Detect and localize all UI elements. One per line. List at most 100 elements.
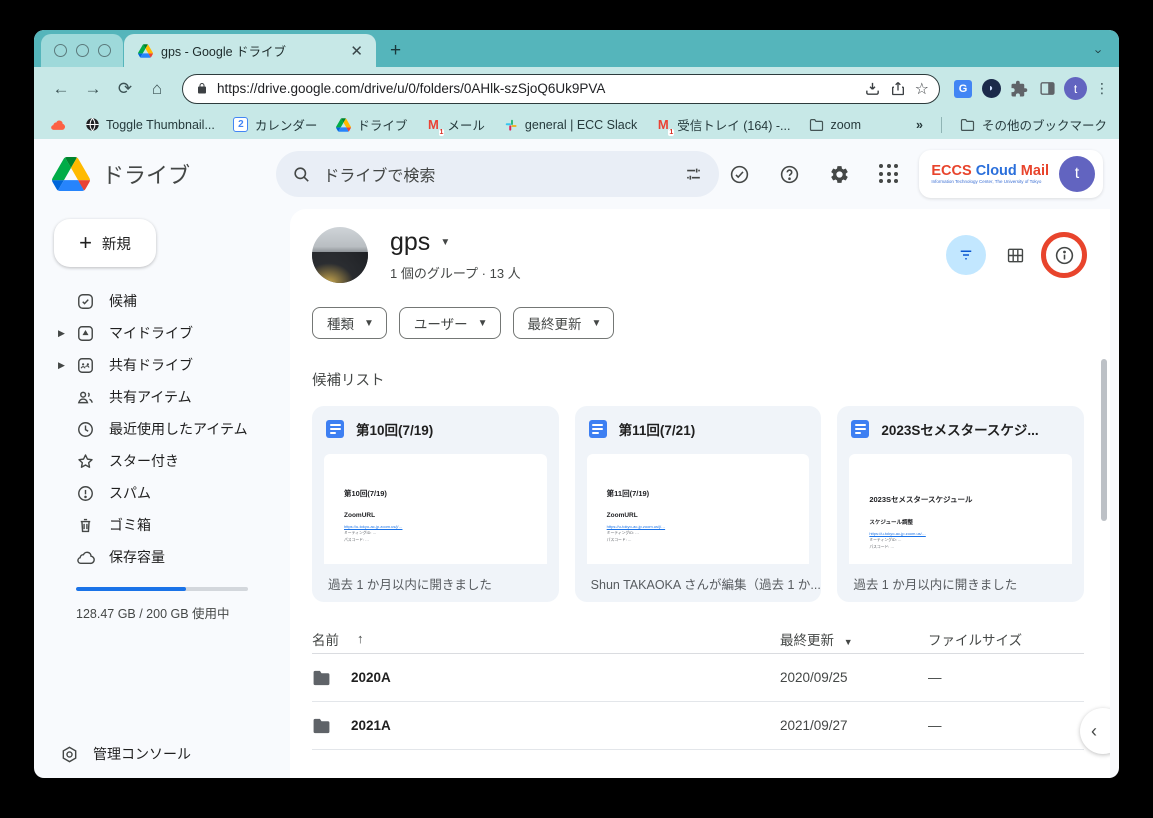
suggested-file-card[interactable]: 第10回(7/19) 第10回(7/19) ZoomURL https://u-… [312,406,559,602]
sidebar-item-spam[interactable]: スパム [50,477,290,509]
translate-extension-icon[interactable]: G [952,78,974,100]
group-avatar-photo[interactable] [312,227,368,283]
tab-title: gps - Google ドライブ [161,41,339,60]
browser-profile-avatar[interactable]: t [1064,77,1087,100]
drive-home-link[interactable]: ドライブ [52,157,276,191]
forward-icon[interactable]: → [80,79,106,99]
bookmark-star-icon[interactable]: ☆ [915,79,929,99]
table-row[interactable]: 2020A 2020/09/25 — [312,654,1084,702]
column-header-name[interactable]: 名前 [312,629,339,649]
bookmark-toggle-thumbnail[interactable]: Toggle Thumbnail... [84,117,215,133]
side-panel-icon[interactable] [1036,78,1058,100]
minimize-window-button[interactable] [76,44,89,57]
account-avatar[interactable]: t [1059,156,1095,192]
back-icon[interactable]: ← [48,79,74,99]
suggested-file-card[interactable]: 2023Sセメスタースケジ... 2023Sセメスタースケジュール スケジュール… [837,406,1084,602]
row-modified-date: 2021/09/27 [780,718,928,733]
suggested-file-card[interactable]: 第11回(7/21) 第11回(7/19) ZoomURL https://u-… [575,406,822,602]
share-icon[interactable] [890,80,906,97]
collapse-panel-chevron-button[interactable]: ‹ [1080,708,1110,754]
bookmarks-overflow-chevron[interactable]: » [916,118,923,132]
browser-menu-icon[interactable]: ⋮ [1095,80,1109,97]
plus-icon: + [79,232,92,254]
storage-progress-fill [76,587,186,591]
gmail-icon: M1 [425,117,441,133]
group-title-caret-icon[interactable]: ▼ [440,237,450,248]
chevron-down-icon: ▼ [478,318,488,329]
reload-icon[interactable]: ⟳ [112,79,138,99]
browser-tab[interactable]: gps - Google ドライブ ✕ [124,34,376,67]
tab-search-chevron-icon[interactable]: › [1091,49,1106,53]
sidebar-item-my-drive[interactable]: ▶ マイドライブ [50,317,290,349]
sidebar-item-starred[interactable]: スター付き [50,445,290,477]
row-file-size: — [928,670,1084,685]
scrollbar-thumb[interactable] [1101,359,1107,521]
calendar-icon: 2 [233,117,249,133]
sidebar-item-suggested[interactable]: 候補 [50,285,290,317]
drive-content: gps ▼ 1 個のグループ · 13 人 [290,209,1110,778]
sort-ascending-icon[interactable]: ↑ [357,631,364,646]
folder-icon [960,117,976,133]
other-bookmarks[interactable]: その他のブックマーク [960,115,1107,134]
column-header-modified[interactable]: 最終更新 [780,633,834,648]
titlebar: gps - Google ドライブ ✕ + › [34,30,1119,67]
bookmark-slack[interactable]: general | ECC Slack [503,117,637,133]
sidebar-item-trash[interactable]: ゴミ箱 [50,509,290,541]
sidebar-item-admin-console[interactable]: 管理コンソール [50,744,191,764]
drive-favicon [138,44,153,58]
bookmark-mail[interactable]: M1 メール [425,115,485,134]
extensions-puzzle-icon[interactable] [1008,78,1030,100]
drive-icon [335,117,351,133]
card-activity-text: Shun TAKAOKA さんが編集（過去 1 か... [575,564,822,602]
google-apps-grid-icon[interactable] [869,154,909,194]
help-icon[interactable] [769,154,809,194]
info-button[interactable] [1044,235,1084,275]
row-file-size: — [928,718,1084,733]
folder-icon [312,670,331,686]
doc-preview-thumbnail: 2023Sセメスタースケジュール スケジュール調整 https://u-toky… [849,454,1072,564]
card-activity-text: 過去 1 か月以内に開きました [312,564,559,602]
drive-app-title: ドライブ [102,158,190,190]
new-tab-button[interactable]: + [390,40,401,62]
drive-search-input[interactable]: ドライブで検索 [276,151,719,197]
bookmark-inbox[interactable]: M1 受信トレイ (164) -... [655,115,790,134]
doc-preview-thumbnail: 第11回(7/19) ZoomURL https://u-tokyo-ac-jp… [587,454,810,564]
url-bar[interactable]: https://drive.google.com/drive/u/0/folde… [182,74,940,104]
traffic-lights [41,34,123,67]
dark-extension-icon[interactable]: ◗ [980,78,1002,100]
card-activity-text: 過去 1 か月以内に開きました [837,564,1084,602]
folder-icon [808,117,824,133]
approval-status-icon[interactable] [719,154,759,194]
new-button[interactable]: + 新規 [54,219,156,267]
expand-chevron-icon[interactable]: ▶ [58,360,65,371]
tab-close-icon[interactable]: ✕ [347,42,366,60]
home-icon[interactable]: ⌂ [144,79,170,99]
bookmark-drive[interactable]: ドライブ [335,115,407,134]
sidebar-item-recent[interactable]: 最近使用したアイテム [50,413,290,445]
account-box[interactable]: ECCS Cloud Mail Information Technology C… [919,150,1103,198]
google-docs-icon [589,420,607,438]
storage-progress [76,587,248,591]
bookmark-calendar[interactable]: 2 カレンダー [233,115,318,134]
save-to-device-icon[interactable] [864,80,881,97]
filter-funnel-button[interactable] [946,235,986,275]
filter-chip-type[interactable]: 種類 ▼ [312,307,387,339]
bookmark-cloud[interactable] [50,117,66,133]
sidebar-item-shared-drives[interactable]: ▶ 共有ドライブ [50,349,290,381]
settings-gear-icon[interactable] [819,154,859,194]
column-header-size[interactable]: ファイルサイズ [928,629,1084,649]
table-row[interactable]: 2021A 2021/09/27 — [312,702,1084,750]
filter-chip-modified[interactable]: 最終更新 ▼ [513,307,615,339]
row-modified-date: 2020/09/25 [780,670,928,685]
filter-chip-people[interactable]: ユーザー ▼ [399,307,501,339]
zoom-window-button[interactable] [98,44,111,57]
chevron-down-icon: ▼ [844,637,853,647]
google-docs-icon [326,420,344,438]
bookmark-folder-zoom[interactable]: zoom [808,117,861,133]
search-options-icon[interactable] [684,165,703,184]
sidebar-item-shared-with-me[interactable]: 共有アイテム [50,381,290,413]
sidebar-item-storage[interactable]: 保存容量 [50,541,290,573]
grid-view-button[interactable] [998,238,1032,272]
close-window-button[interactable] [54,44,67,57]
expand-chevron-icon[interactable]: ▶ [58,328,65,339]
